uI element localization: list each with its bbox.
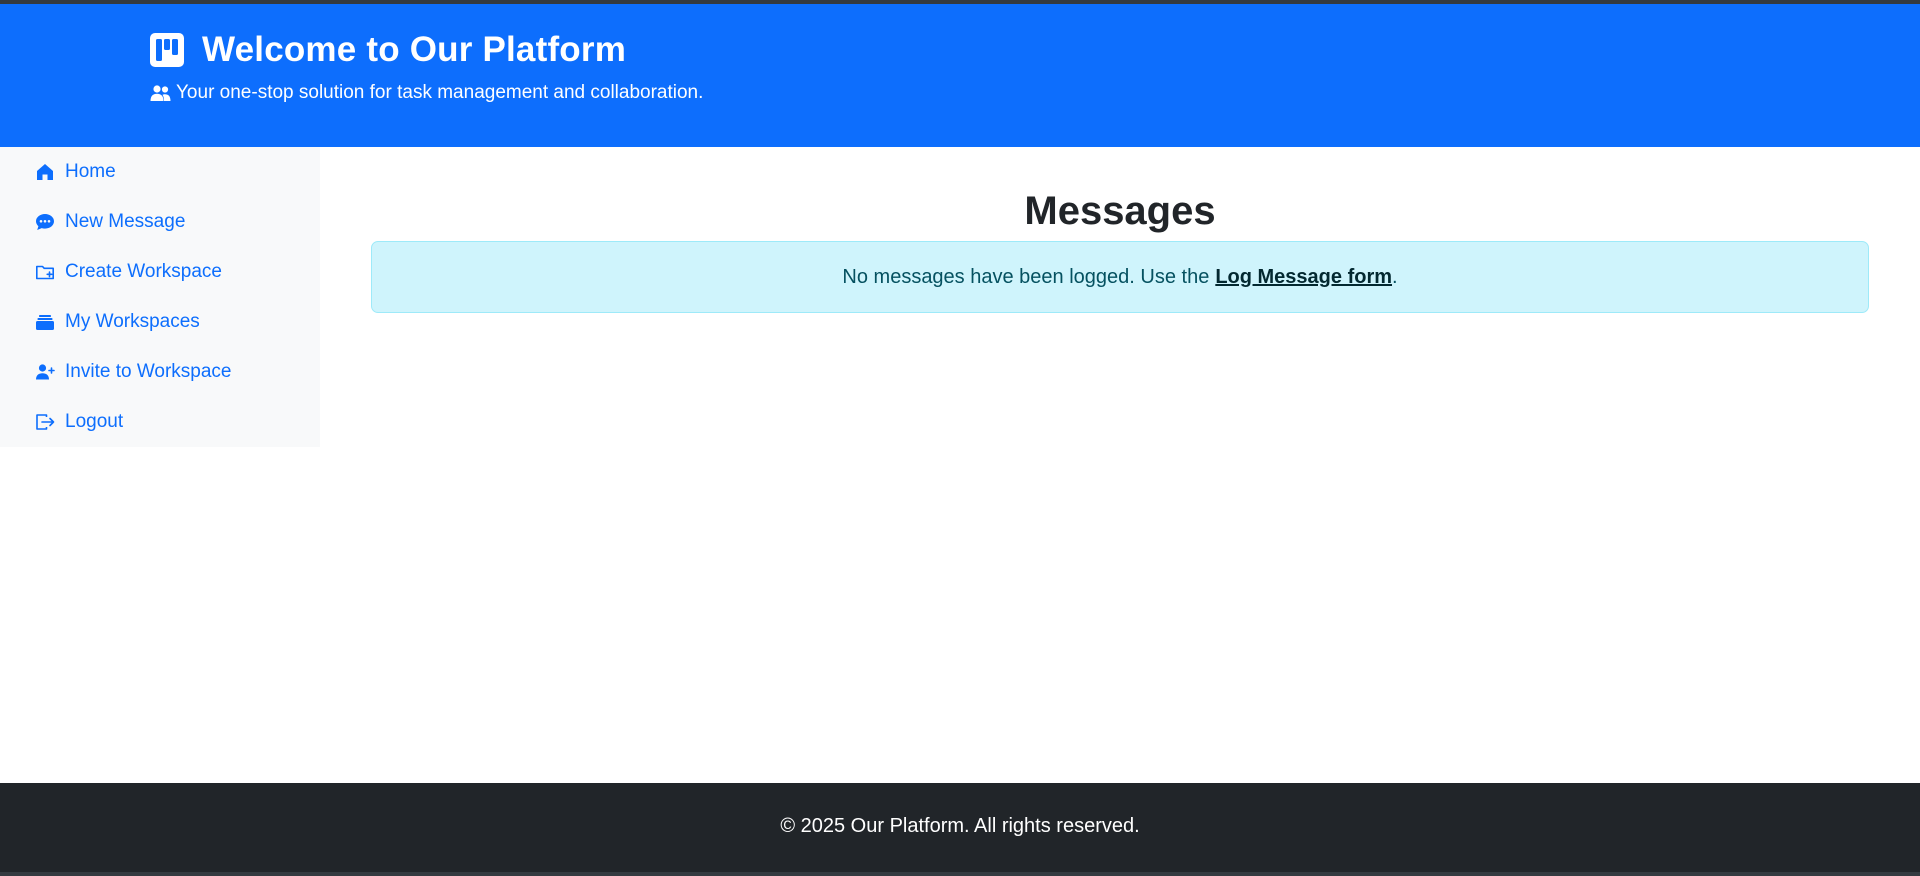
kanban-icon (150, 33, 184, 67)
briefcase-icon (34, 311, 56, 333)
bottom-strip (0, 872, 1920, 876)
alert-text-suffix: . (1392, 265, 1398, 288)
log-message-form-link[interactable]: Log Message form (1215, 266, 1392, 289)
sidebar-item-my-workspaces[interactable]: My Workspaces (34, 307, 200, 337)
sidebar-item-invite-to-workspace[interactable]: Invite to Workspace (34, 357, 232, 387)
site-footer: © 2025 Our Platform. All rights reserved… (0, 783, 1920, 876)
chat-dots-icon (34, 211, 56, 233)
site-title: Welcome to Our Platform (202, 30, 627, 69)
person-plus-icon (34, 361, 56, 383)
house-icon (34, 161, 56, 183)
sidebar: Home New Message Create Workspace My Wor… (0, 147, 320, 447)
alert-text: No messages have been logged. Use the (842, 265, 1210, 288)
sidebar-item-new-message[interactable]: New Message (34, 207, 185, 237)
info-alert: No messages have been logged. Use the Lo… (371, 241, 1869, 313)
sidebar-item-logout[interactable]: Logout (34, 407, 123, 437)
sidebar-item-label: Invite to Workspace (65, 361, 232, 382)
sidebar-item-label: Create Workspace (65, 261, 222, 282)
footer-copyright: © 2025 Our Platform. All rights reserved… (780, 815, 1140, 837)
sidebar-item-label: My Workspaces (65, 311, 200, 332)
folder-plus-icon (34, 261, 56, 283)
box-arrow-right-icon (34, 411, 56, 433)
site-header: Welcome to Our Platform Your one-stop so… (0, 4, 1920, 147)
header-title-row: Welcome to Our Platform (150, 28, 626, 72)
sidebar-item-label: Logout (65, 411, 124, 432)
site-tagline: Your one-stop solution for task manageme… (176, 82, 704, 103)
page-title: Messages (1024, 189, 1216, 233)
sidebar-item-label: New Message (65, 211, 186, 232)
page: Welcome to Our Platform Your one-stop so… (0, 0, 1920, 876)
sidebar-item-label: Home (65, 161, 116, 182)
sidebar-item-create-workspace[interactable]: Create Workspace (34, 257, 222, 287)
people-icon (150, 84, 171, 102)
header-tagline-row: Your one-stop solution for task manageme… (150, 81, 703, 105)
sidebar-item-home[interactable]: Home (34, 157, 116, 187)
